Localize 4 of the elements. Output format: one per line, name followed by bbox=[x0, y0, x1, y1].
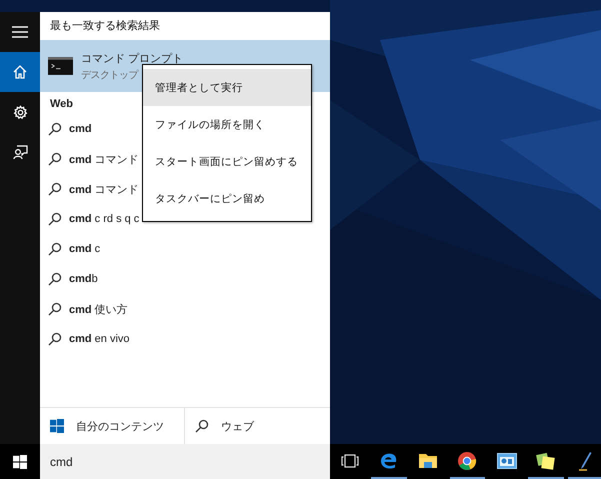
app-title: コマンド プロンプト bbox=[81, 52, 184, 66]
section-heading: Web bbox=[50, 98, 74, 110]
app-subtitle: デスクトップ bbox=[81, 68, 140, 82]
section-heading: 最も一致する検索結果 bbox=[50, 20, 160, 32]
